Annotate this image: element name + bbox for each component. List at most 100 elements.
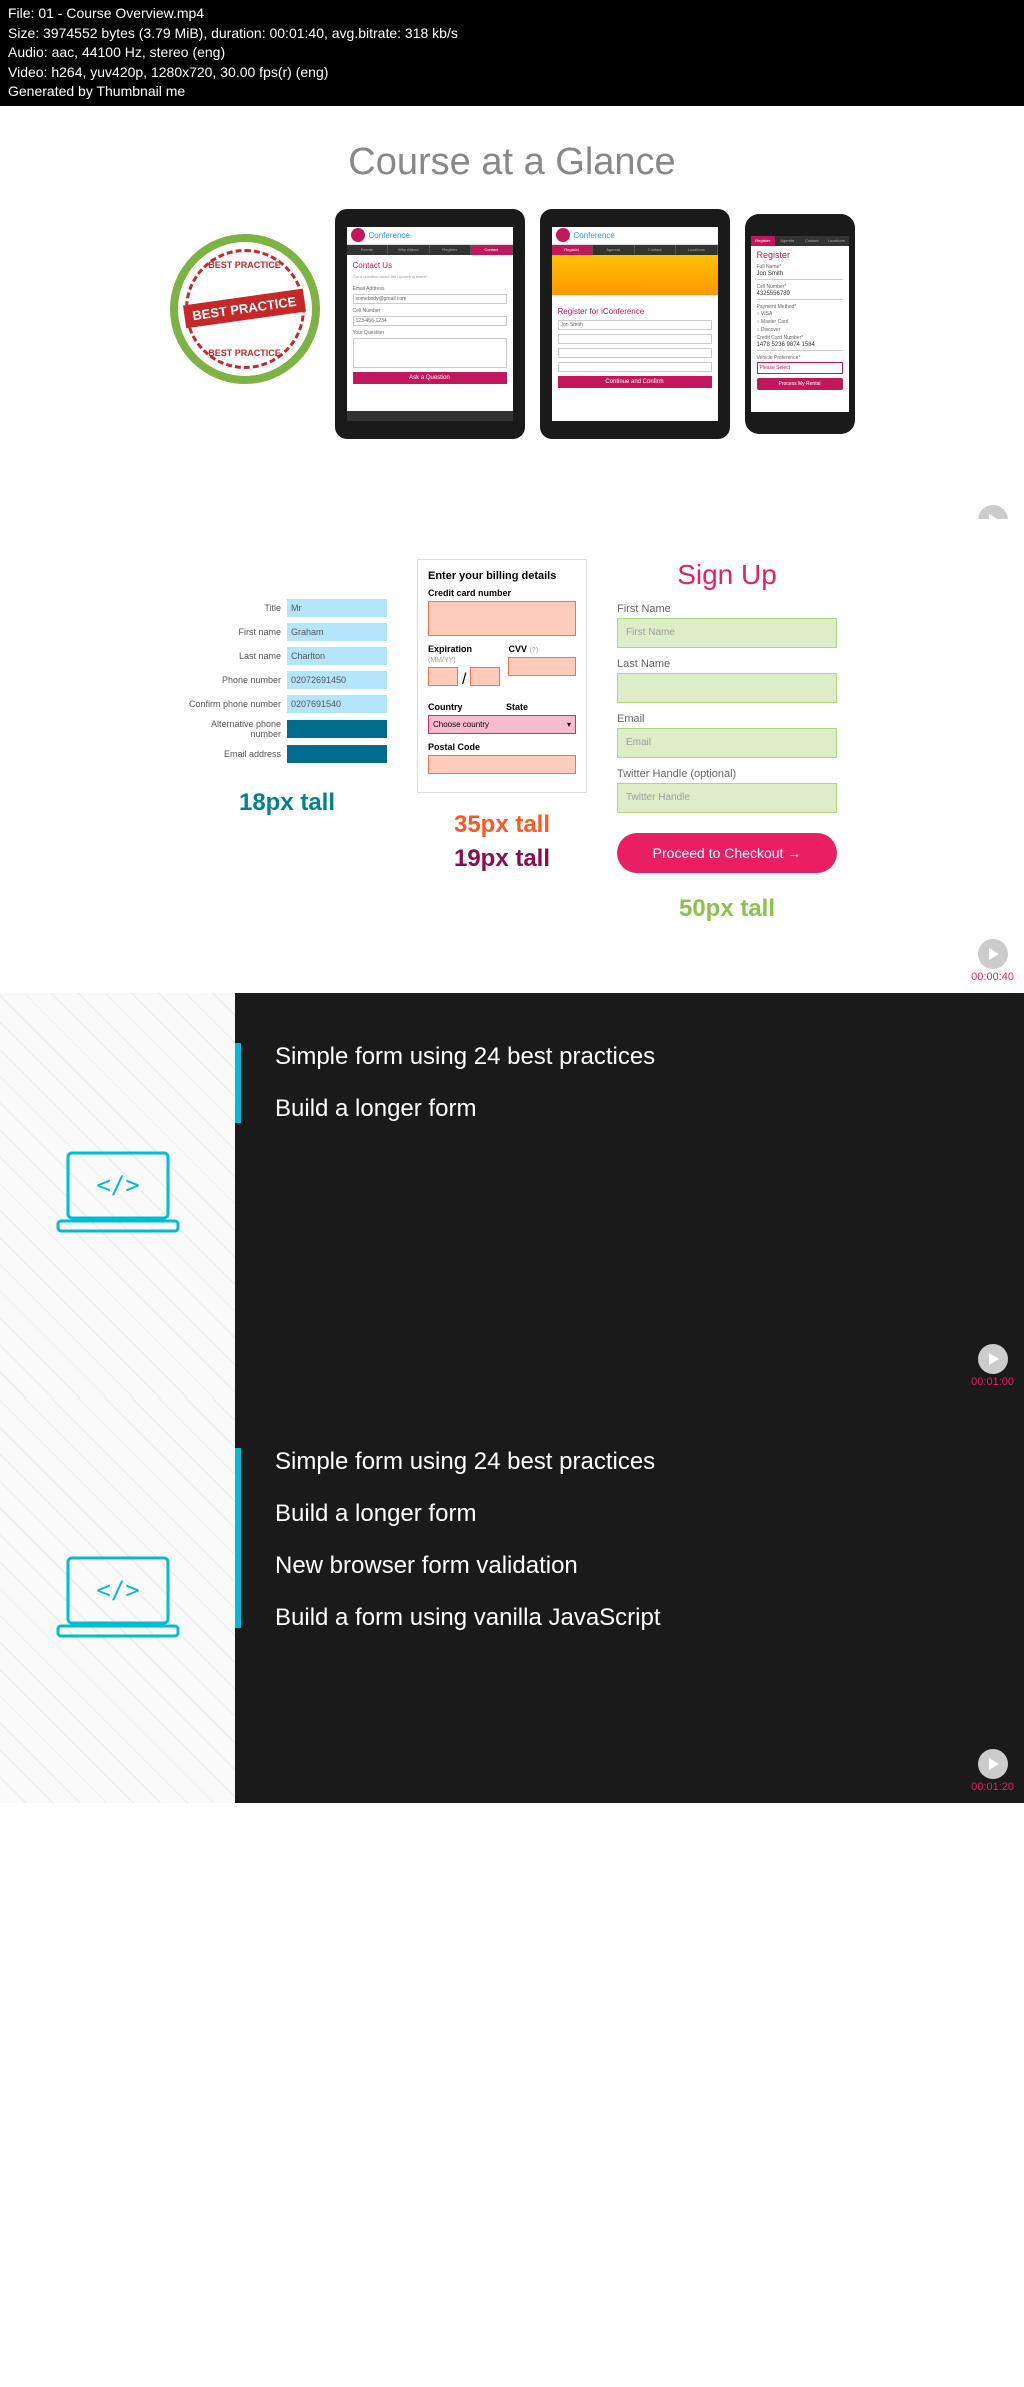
text-input[interactable] xyxy=(558,348,712,358)
label: Last Name xyxy=(617,658,837,670)
label: CVV (?) xyxy=(508,644,576,654)
tablet-register: Conference Register Agenda Contact Locat… xyxy=(540,209,730,439)
exp-yy-input[interactable] xyxy=(470,667,500,686)
file-line: Video: h264, yuv420p, 1280x720, 30.00 fp… xyxy=(8,63,1016,83)
footer xyxy=(347,411,513,421)
timestamp-text: 00:00:40 xyxy=(971,971,1014,983)
nav-item[interactable]: Contact xyxy=(800,236,825,246)
nav-item[interactable]: Agenda xyxy=(593,245,635,255)
nav-item[interactable]: Register xyxy=(751,236,776,246)
bullet-item: Simple form using 24 best practices xyxy=(275,1448,984,1476)
title-input[interactable]: Mr xyxy=(287,599,387,617)
slide-form-sizes: TitleMr First nameGraham Last nameCharlt… xyxy=(0,519,1024,953)
lastname-input[interactable]: Charlton xyxy=(287,647,387,665)
email-input[interactable] xyxy=(287,745,387,763)
chevron-down-icon: ▾ xyxy=(567,720,571,729)
input-label: Payment Method* xyxy=(757,304,843,310)
name-input[interactable]: Jon Smith xyxy=(757,271,843,280)
size-caption: 50px tall xyxy=(679,895,775,923)
email-input[interactable]: somebody@gmail.com xyxy=(353,294,507,304)
lastname-input[interactable] xyxy=(617,673,837,703)
postal-input[interactable] xyxy=(428,755,576,774)
input-label: Full Name* xyxy=(757,264,843,270)
nav-item[interactable]: Register xyxy=(430,245,472,255)
email-input[interactable]: Email xyxy=(617,728,837,758)
play-icon xyxy=(978,1344,1008,1374)
separator: / xyxy=(462,671,466,689)
bullet-item: New browser form validation xyxy=(275,1552,984,1580)
name-input[interactable]: Jon Smith xyxy=(558,320,712,330)
submit-button[interactable]: Continue and Confirm xyxy=(558,376,712,388)
process-button[interactable]: Process My Rental xyxy=(757,378,843,390)
bullet-item: Simple form using 24 best practices xyxy=(275,1043,984,1071)
radio-option[interactable]: ○ Master Card xyxy=(757,319,843,325)
nav-item[interactable]: Locations xyxy=(676,245,718,255)
input-label: Vehicle Preference* xyxy=(757,355,843,361)
firstname-input[interactable]: Graham xyxy=(287,623,387,641)
nav-item[interactable]: Locations xyxy=(824,236,849,246)
slide-course-glance: Course at a Glance BEST PRACTICE BEST PR… xyxy=(0,106,1024,519)
brand-text: Conference xyxy=(574,231,615,240)
timestamp-badge: 00:01:00 xyxy=(971,1344,1014,1388)
label: Alternative phone number xyxy=(187,719,287,739)
slide-bullets-1: </> Simple form using 24 best practices … xyxy=(0,993,1024,1398)
nav-item[interactable]: Register xyxy=(552,245,594,255)
ask-button[interactable]: Ask a Question xyxy=(353,372,507,384)
laptop-code-icon: </> xyxy=(48,1143,188,1248)
label: Postal Code xyxy=(428,742,576,752)
bullet-item: Build a longer form xyxy=(275,1500,984,1528)
nav-item[interactable]: Contact xyxy=(471,245,513,255)
badge-arc-top: BEST PRACTICE xyxy=(208,260,281,270)
phone-input[interactable]: 4325556789 xyxy=(757,291,843,300)
label: Email address xyxy=(187,749,287,759)
brand-text: Conference xyxy=(369,231,410,240)
phone-input[interactable]: 123-456-1234 xyxy=(353,316,507,326)
label: Expiration (MM/YY) xyxy=(428,644,500,664)
input-label: Email Address xyxy=(353,286,507,292)
text-input[interactable] xyxy=(558,334,712,344)
form-heading: Register for iConference xyxy=(558,307,712,316)
firstname-input[interactable]: First Name xyxy=(617,618,837,648)
form-title: Sign Up xyxy=(617,559,837,591)
best-practice-badge: BEST PRACTICE BEST PRACTICE BEST PRACTIC… xyxy=(170,234,320,384)
confirm-phone-input[interactable]: 0207691540 xyxy=(287,695,387,713)
nav-item[interactable]: Events xyxy=(347,245,389,255)
label: Email xyxy=(617,713,837,725)
form-signup: Sign Up First Name First Name Last Name … xyxy=(617,559,837,873)
form-small: TitleMr First nameGraham Last nameCharlt… xyxy=(187,599,387,769)
country-select[interactable]: Choose country▾ xyxy=(428,715,576,734)
logo-icon xyxy=(351,228,365,242)
nav-item[interactable]: Why Attend xyxy=(388,245,430,255)
nav-item[interactable]: Contact xyxy=(635,245,677,255)
cvv-input[interactable] xyxy=(508,657,576,676)
label: Confirm phone number xyxy=(187,699,287,709)
label: Title xyxy=(187,603,287,613)
cc-input[interactable]: 1478 5236 9874 1584 xyxy=(757,342,843,351)
question-input[interactable] xyxy=(353,338,507,368)
accent-bar xyxy=(235,1043,241,1123)
twitter-input[interactable]: Twitter Handle xyxy=(617,783,837,813)
phone-input[interactable]: 02072691450 xyxy=(287,671,387,689)
text-input[interactable] xyxy=(558,362,712,372)
exp-mm-input[interactable] xyxy=(428,667,458,686)
svg-text:</>: </> xyxy=(96,1576,139,1604)
accent-bar xyxy=(235,1448,241,1628)
form-title: Enter your billing details xyxy=(428,570,576,582)
svg-text:</>: </> xyxy=(96,1171,139,1199)
alt-phone-input[interactable] xyxy=(287,720,387,738)
input-label: Your Question xyxy=(353,330,507,336)
radio-option[interactable]: ○ VISA xyxy=(757,311,843,317)
label: Phone number xyxy=(187,675,287,685)
nav-item[interactable]: Agenda xyxy=(775,236,800,246)
laptop-code-icon: </> xyxy=(48,1548,188,1653)
cc-input[interactable] xyxy=(428,601,576,636)
bullet-item: Build a longer form xyxy=(275,1095,984,1123)
file-line: Size: 3974552 bytes (3.79 MiB), duration… xyxy=(8,24,1016,44)
radio-option[interactable]: ○ Discover xyxy=(757,327,843,333)
file-line: Audio: aac, 44100 Hz, stereo (eng) xyxy=(8,43,1016,63)
bullet-item: Build a form using vanilla JavaScript xyxy=(275,1604,984,1632)
form-desc: Got a question about the upcoming event? xyxy=(353,274,507,280)
checkout-button[interactable]: Proceed to Checkout → xyxy=(617,833,837,873)
vehicle-select[interactable]: Please Select xyxy=(757,362,843,374)
logo-icon xyxy=(556,228,570,242)
